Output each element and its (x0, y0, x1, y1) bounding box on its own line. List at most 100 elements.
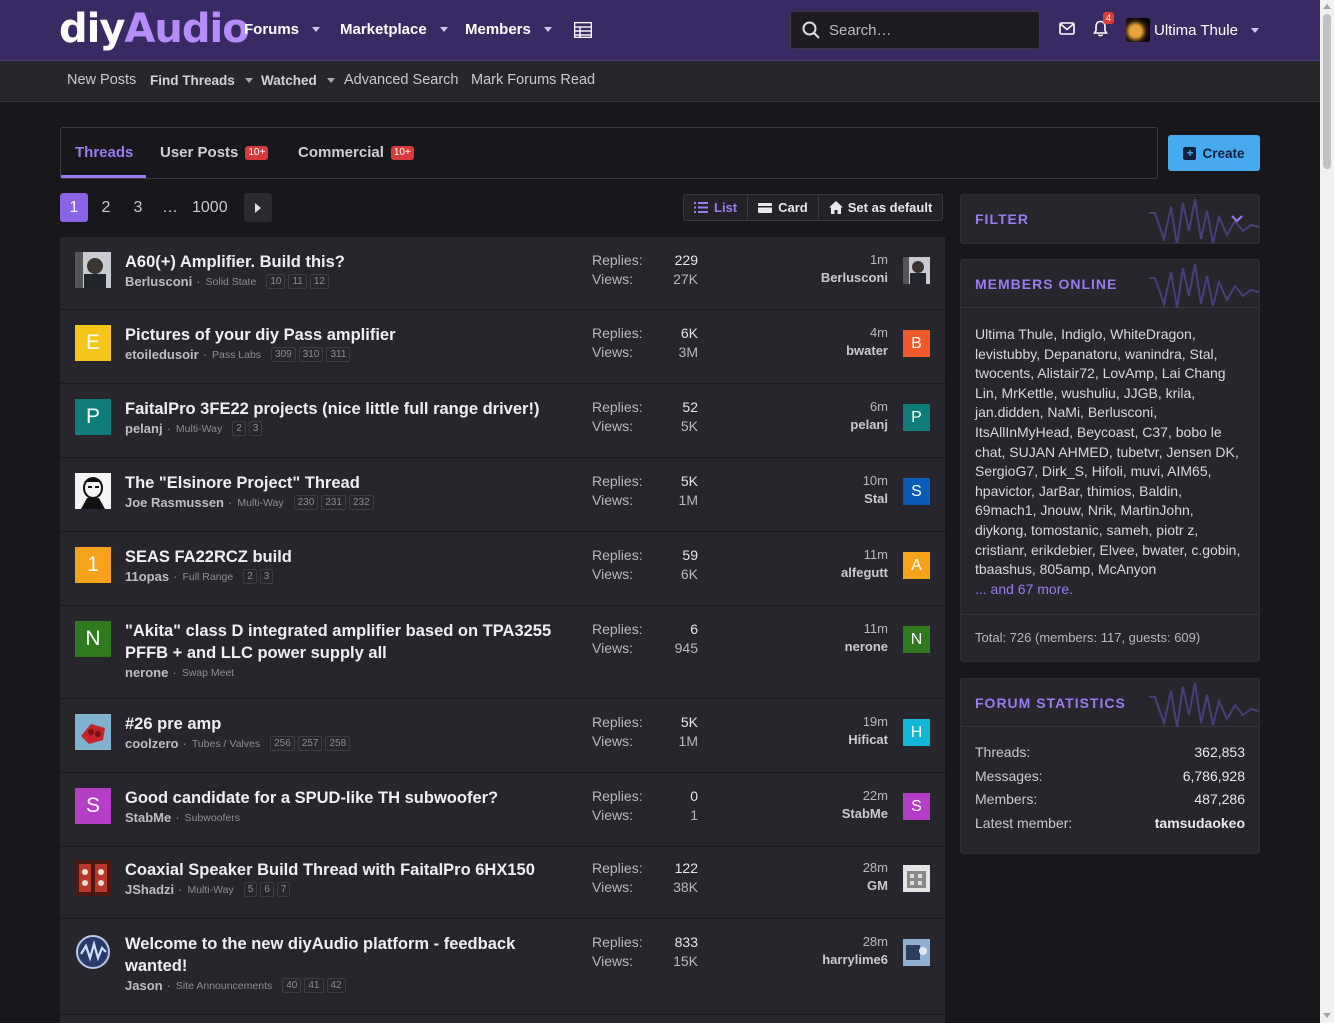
page-link[interactable]: 2 (232, 421, 246, 436)
thread-forum[interactable]: Multi-Way (237, 497, 283, 509)
thread-author[interactable]: etoiledusoir (125, 347, 199, 362)
thread-title[interactable]: A60(+) Amplifier. Build this? (125, 251, 565, 273)
table-row[interactable]: Coaxial Speaker Build Thread with Faital… (60, 847, 945, 919)
thread-forum[interactable]: Tubes / Valves (192, 738, 260, 750)
page-link[interactable]: 40 (282, 978, 302, 993)
page-link[interactable]: 3 (259, 569, 274, 584)
last-post-time[interactable]: 19m (848, 713, 888, 731)
last-post-user[interactable]: GM (863, 877, 888, 895)
nav-members[interactable]: Members (465, 21, 552, 38)
table-row[interactable]: 1 SEAS FA22RCZ build 11opas · Full Range 2… (60, 532, 945, 606)
page-link[interactable]: 1 (60, 193, 88, 222)
page-link[interactable]: 42 (326, 978, 346, 993)
table-row[interactable]: P FaitalPro 3FE22 projects (nice little … (60, 384, 945, 458)
chevron-down-icon[interactable] (326, 78, 335, 83)
chevron-down-icon[interactable] (1231, 215, 1243, 223)
page-link[interactable]: 232 (349, 495, 374, 510)
page-link[interactable]: 5 (243, 882, 258, 897)
subnav-mark-read[interactable]: Mark Forums Read (471, 72, 595, 88)
thread-forum[interactable]: Multi-Way (187, 884, 233, 896)
thread-forum[interactable]: Pass Labs (212, 349, 261, 361)
latest-member-link[interactable]: tamsudaokeo (1155, 812, 1245, 836)
page-link[interactable]: 230 (293, 495, 319, 510)
table-row[interactable]: N "Akita" class D integrated amplifier b… (60, 606, 945, 699)
last-post-user[interactable]: Stal (863, 490, 888, 508)
thread-author[interactable]: Berlusconi (125, 274, 192, 289)
whats-new-icon[interactable] (574, 22, 592, 38)
table-row[interactable]: S Good candidate for a SPUD-like TH subw… (60, 773, 945, 847)
chevron-down-icon[interactable] (244, 78, 253, 83)
search-input[interactable] (829, 21, 1019, 39)
thread-title[interactable]: #26 pre amp (125, 713, 565, 735)
last-post-avatar[interactable]: P (903, 404, 930, 431)
last-post-time[interactable]: 28m (863, 859, 888, 877)
scroll-up-arrow[interactable] (1323, 4, 1331, 9)
avatar[interactable]: N (75, 621, 111, 657)
page-link[interactable]: 12 (309, 274, 329, 289)
page-link[interactable]: 7 (276, 882, 291, 897)
table-row[interactable]: The "Elsinore Project" Thread Joe Rasmus… (60, 458, 945, 532)
thread-author[interactable]: StabMe (125, 810, 171, 825)
subnav-find-threads[interactable]: Find Threads (150, 73, 253, 88)
table-row[interactable]: A60(+) Amplifier. Build this? Berlusconi… (60, 237, 945, 310)
avatar[interactable] (75, 714, 111, 750)
last-post-user[interactable]: harrylime6 (822, 951, 888, 969)
page-link[interactable]: 257 (297, 736, 323, 751)
nav-marketplace[interactable]: Marketplace (340, 21, 448, 38)
scrollbar-thumb[interactable] (1323, 14, 1331, 169)
thread-author[interactable]: JShadzi (125, 882, 174, 897)
subnav-advanced-search[interactable]: Advanced Search (344, 72, 458, 88)
chevron-down-icon[interactable] (312, 27, 321, 32)
list-view-button[interactable]: List (684, 195, 749, 220)
thread-author[interactable]: coolzero (125, 736, 178, 751)
avatar[interactable]: P (75, 399, 111, 435)
last-post-avatar[interactable]: N (903, 626, 930, 653)
thread-author[interactable]: pelanj (125, 421, 163, 436)
table-row[interactable]: Welcome to the new diyAudio platform - f… (60, 919, 945, 1015)
last-post-time[interactable]: 22m (842, 787, 888, 805)
thread-forum[interactable]: Swap Meet (182, 667, 235, 679)
card-view-button[interactable]: Card (748, 195, 819, 220)
thread-title[interactable]: SEAS FA22RCZ build (125, 546, 565, 568)
last-post-time[interactable]: 10m (863, 472, 888, 490)
tab-commercial[interactable]: Commercial 10+ (298, 144, 414, 161)
thread-title[interactable]: The "Elsinore Project" Thread (125, 472, 565, 494)
table-row[interactable]: #26 pre amp coolzero · Tubes / Valves 256 2… (60, 699, 945, 773)
last-post-time[interactable]: 11m (841, 546, 888, 564)
thread-forum[interactable]: Solid State (206, 276, 257, 288)
nav-forums[interactable]: Forums (244, 21, 321, 38)
last-post-avatar[interactable] (903, 865, 930, 892)
thread-forum[interactable]: Subwoofers (185, 812, 240, 824)
last-post-time[interactable]: 4m (846, 324, 888, 342)
tab-user-posts[interactable]: User Posts 10+ (160, 144, 269, 161)
last-post-time[interactable]: 6m (850, 398, 888, 416)
avatar[interactable] (75, 473, 111, 509)
more-members-link[interactable]: ... and 67 more. (975, 581, 1073, 597)
filter-block[interactable]: FILTER (960, 194, 1260, 244)
last-post-user[interactable]: StabMe (842, 805, 888, 823)
thread-author[interactable]: nerone (125, 665, 168, 680)
last-post-user[interactable]: alfegutt (841, 564, 888, 582)
scroll-down-arrow[interactable] (1323, 1013, 1331, 1018)
thread-author[interactable]: 11opas (125, 569, 169, 584)
subnav-new-posts[interactable]: New Posts (67, 72, 136, 88)
page-link[interactable]: 2 (243, 569, 257, 584)
last-post-avatar[interactable] (903, 939, 930, 966)
page-link[interactable]: 41 (304, 978, 324, 993)
thread-forum[interactable]: Multi-Way (176, 423, 222, 435)
tab-threads[interactable]: Threads (75, 144, 133, 161)
create-button[interactable]: + Create (1168, 135, 1260, 171)
page-link[interactable]: 3 (124, 193, 152, 222)
chevron-down-icon[interactable] (439, 27, 448, 32)
user-menu[interactable]: Ultima Thule (1126, 18, 1259, 42)
next-page-button[interactable] (243, 193, 272, 222)
page-link[interactable]: 11 (288, 274, 307, 289)
last-post-time[interactable]: 28m (822, 933, 888, 951)
page-link[interactable]: 10 (266, 274, 286, 289)
avatar[interactable]: E (75, 325, 111, 361)
page-ellipsis[interactable]: … (156, 193, 184, 222)
page-link[interactable]: 258 (325, 736, 351, 751)
avatar[interactable]: S (75, 788, 111, 824)
last-post-user[interactable]: bwater (846, 342, 888, 360)
page-link[interactable]: 1000 (188, 193, 232, 222)
